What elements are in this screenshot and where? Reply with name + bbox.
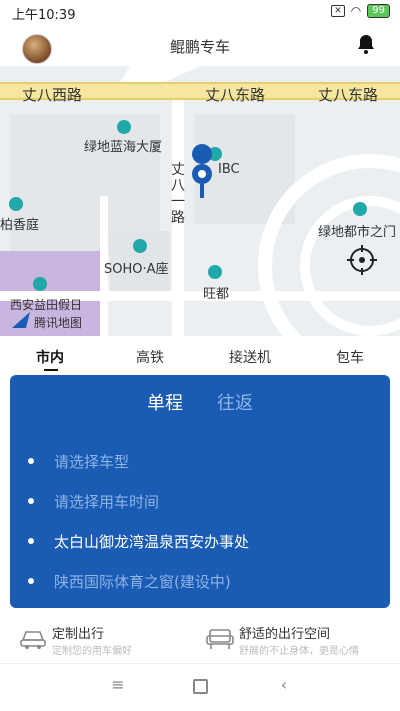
time-field[interactable]: 请选择用车时间 [28,481,249,521]
seat-icon [206,629,234,649]
destination-field[interactable]: 陕西国际体育之窗(建设中) [28,561,249,601]
tab-city[interactable]: 市内 [0,336,100,374]
pickup-field[interactable]: 太白山御龙湾温泉西安办事处 [28,521,249,561]
tab-airport-transfer[interactable]: 接送机 [200,336,300,374]
feature-title: 定制出行 [52,627,105,642]
poi-label: 柏香庭 [0,218,40,233]
bullet-icon [28,538,34,544]
status-bar: 上午10:39 ✕ ◠ 99 [0,0,400,26]
tab-round-trip[interactable]: 往返 [217,389,253,415]
poi-label: SOHO·A座 [104,262,169,277]
road-label: 丈八西路 [22,86,83,104]
road-label: 丈八东路 [205,86,266,104]
close-box-icon: ✕ [331,5,345,17]
trip-type-tabs: 单程 往返 [10,389,390,415]
poi-label: 绿地蓝海大厦 [84,140,163,155]
battery-icon: 99 [367,4,390,18]
app-bar: 鲲鹏专车 [0,26,400,66]
feature-title: 舒适的出行空间 [239,627,331,642]
feature-subtitle: 舒展的不止身体，更是心情 [239,646,359,657]
divider [0,663,400,664]
status-time: 上午10:39 [12,8,76,23]
poi-label: 西安益田假日 [10,298,83,312]
map-view[interactable]: 丈八西路 丈八东路 丈八东路 丈八一路 绿地蓝海大厦 IBC 柏香庭 绿地都市之… [0,66,400,336]
service-tabs: 市内 高铁 接送机 包车 [0,336,400,374]
feature-subtitle: 定制您的用车偏好 [52,646,132,657]
destination-label: 陕西国际体育之窗(建设中) [54,572,231,591]
tab-one-way[interactable]: 单程 [147,389,183,415]
tab-charter[interactable]: 包车 [300,336,400,374]
time-label: 请选择用车时间 [54,492,160,511]
poi-label: 旺都 [203,287,230,302]
home-icon[interactable] [186,675,214,699]
car-type-label: 请选择车型 [54,452,130,471]
bullet-icon [28,498,34,504]
car-icon [20,631,46,649]
road-label: 丈八东路 [318,86,379,104]
map-attribution: 腾讯地图 [34,316,83,330]
bullet-icon [28,578,34,584]
car-type-field[interactable]: 请选择车型 [28,441,249,481]
bullet-icon [28,458,34,464]
pickup-label: 太白山御龙湾温泉西安办事处 [54,532,250,551]
app-title: 鲲鹏专车 [169,38,230,56]
booking-card: 单程 往返 请选择车型 请选择用车时间 太白山御龙湾温泉西安办事处 陕西国际体育… [10,375,390,608]
bell-icon[interactable] [354,32,378,56]
booking-fields: 请选择车型 请选择用车时间 太白山御龙湾温泉西安办事处 陕西国际体育之窗(建设中… [28,441,249,601]
feature-strip: 定制出行 定制您的用车偏好 舒适的出行空间 舒展的不止身体，更是心情 [0,618,400,662]
road-label-vertical: 丈八一路 [171,162,185,226]
poi-label: IBC [218,162,240,177]
back-icon[interactable]: ‹ [270,675,298,699]
tab-high-speed-rail[interactable]: 高铁 [100,336,200,374]
wifi-icon: ◠ [350,4,362,18]
system-nav-bar: ≡ ‹ [0,667,400,707]
menu-icon[interactable]: ≡ [104,675,132,699]
poi-label: 绿地都市之门 [318,225,397,240]
status-icons: ✕ ◠ 99 [331,4,390,18]
